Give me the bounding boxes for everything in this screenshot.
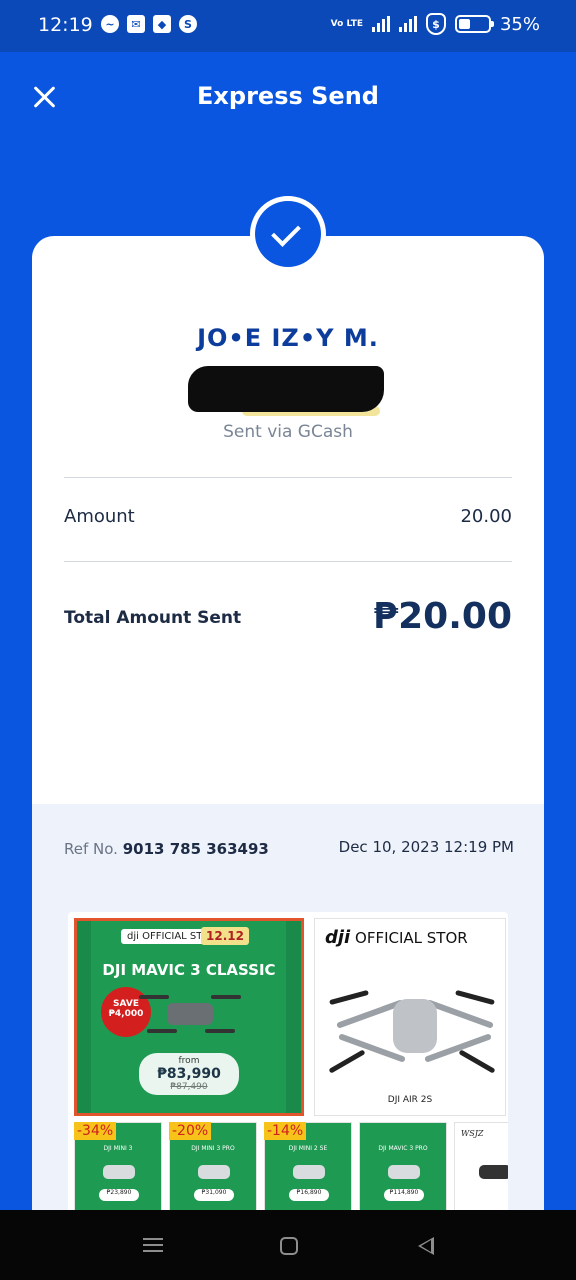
recipient-name: JO•E IZ•Y M. <box>197 324 379 352</box>
ad-price: ₱83,990 <box>157 1066 221 1082</box>
battery-percent: 35% <box>499 13 540 35</box>
ad-store-panel[interactable]: dji OFFICIAL STOR DJI AIR 2S <box>314 918 506 1116</box>
thumbnail-title: DJI MINI 3 PRO <box>191 1145 235 1152</box>
product-image <box>479 1165 508 1179</box>
shield-icon: ◆ <box>153 15 171 33</box>
ad-main-promo[interactable]: dji OFFICIAL STORE 12.12 DJI MAVIC 3 CLA… <box>74 918 304 1116</box>
redacted-phone-number <box>188 366 384 412</box>
check-icon <box>255 201 321 267</box>
discount-badge: -20% <box>169 1122 212 1140</box>
receipt-footer: Ref No. 9013 785 363493 Dec 10, 2023 12:… <box>32 804 544 1216</box>
transaction-date: Dec 10, 2023 12:19 PM <box>338 838 514 856</box>
ad-thumbnail[interactable]: -20% DJI MINI 3 PRO ₱31,090 <box>169 1122 257 1216</box>
ad-thumbnail[interactable]: WSJZ <box>454 1122 508 1216</box>
divider <box>64 477 512 478</box>
drone-prop <box>329 989 369 1006</box>
thumbnail-price: ₱23,890 <box>99 1189 139 1201</box>
thumbnail-title: DJI MAVIC 3 PRO <box>378 1145 428 1152</box>
drone-image <box>103 1165 135 1179</box>
security-icon: $ <box>425 13 446 35</box>
back-icon[interactable] <box>418 1237 434 1255</box>
signal-icon-2 <box>398 16 417 32</box>
system-nav-bar <box>0 1210 576 1280</box>
battery-icon <box>454 15 494 33</box>
ad-old-price: ₱87,490 <box>170 1082 208 1092</box>
ad-thumbnail[interactable]: -34% DJI MINI 3 ₱23,890 <box>74 1122 162 1216</box>
signal-icon <box>371 16 390 32</box>
sent-via-label: Sent via GCash <box>223 422 353 442</box>
drone-prop <box>458 1049 496 1074</box>
thumbnail-price: ₱31,090 <box>194 1189 234 1201</box>
drone-image <box>388 1165 420 1179</box>
total-amount-value: ₱20.00 <box>373 596 512 637</box>
ad-store-name: dji OFFICIAL STOR <box>325 927 468 948</box>
ad-thumbnail[interactable]: DJI MAVIC 3 PRO ₱114,890 <box>359 1122 447 1216</box>
thumbnail-price: ₱114,890 <box>384 1189 424 1201</box>
drone-prop <box>205 1029 235 1033</box>
ad-banner[interactable]: dji OFFICIAL STORE 12.12 DJI MAVIC 3 CLA… <box>68 912 508 1216</box>
mail-icon: ✉ <box>127 15 145 33</box>
reference-number: Ref No. 9013 785 363493 <box>64 840 269 858</box>
ad-event-badge: 12.12 <box>201 927 249 945</box>
ad-from-label: from <box>178 1056 200 1066</box>
ad-store-caption: DJI AIR 2S <box>387 1095 433 1105</box>
ad-store-label: OFFICIAL STOR <box>355 929 468 947</box>
status-system-icons: Vo LTE $ 35% <box>331 13 540 35</box>
status-notification-icons: ~ ✉ ◆ S <box>101 15 197 33</box>
status-time: 12:19 <box>38 14 93 36</box>
drone-prop <box>139 995 169 999</box>
total-amount-label: Total Amount Sent <box>64 608 242 628</box>
app-header: Express Send <box>0 52 576 142</box>
success-badge <box>250 196 326 272</box>
page-title: Express Send <box>197 82 379 110</box>
thumbnail-title: WSJZ <box>461 1129 484 1138</box>
receipt-card: JO•E IZ•Y M. Sent via GCash Amount 20.00… <box>32 236 544 1216</box>
home-icon[interactable] <box>280 1237 298 1255</box>
ad-title: DJI MAVIC 3 CLASSIC <box>102 961 276 979</box>
s-icon: S <box>179 15 197 33</box>
menu-icon[interactable] <box>141 1234 165 1258</box>
ref-label: Ref No. <box>64 840 118 858</box>
drone-prop <box>455 989 495 1006</box>
thumbnail-price: ₱16,890 <box>289 1189 329 1201</box>
amount-value: 20.00 <box>460 506 512 527</box>
discount-badge: -34% <box>74 1122 117 1140</box>
ref-number: 9013 785 363493 <box>122 840 269 858</box>
drone-prop <box>147 1029 177 1033</box>
amount-label: Amount <box>64 506 135 527</box>
volte-indicator: Vo LTE <box>330 18 363 29</box>
drone-image <box>167 1003 213 1025</box>
drone-prop <box>211 995 241 999</box>
discount-badge: -14% <box>264 1122 307 1140</box>
drone-image <box>393 999 437 1053</box>
drone-image <box>293 1165 325 1179</box>
dji-logo: dji <box>325 927 351 948</box>
ad-price-box: from ₱83,990 ₱87,490 <box>139 1053 239 1095</box>
drone-prop <box>328 1049 366 1074</box>
ad-thumbnail[interactable]: -14% DJI MINI 2 SE ₱16,890 <box>264 1122 352 1216</box>
thumbnail-title: DJI MINI 2 SE <box>288 1145 328 1152</box>
status-bar: 12:19 ~ ✉ ◆ S Vo LTE $ 35% <box>0 0 576 52</box>
divider <box>64 561 512 562</box>
messenger-icon: ~ <box>101 15 119 33</box>
drone-image <box>198 1165 230 1179</box>
thumbnail-title: DJI MINI 3 <box>103 1145 133 1152</box>
